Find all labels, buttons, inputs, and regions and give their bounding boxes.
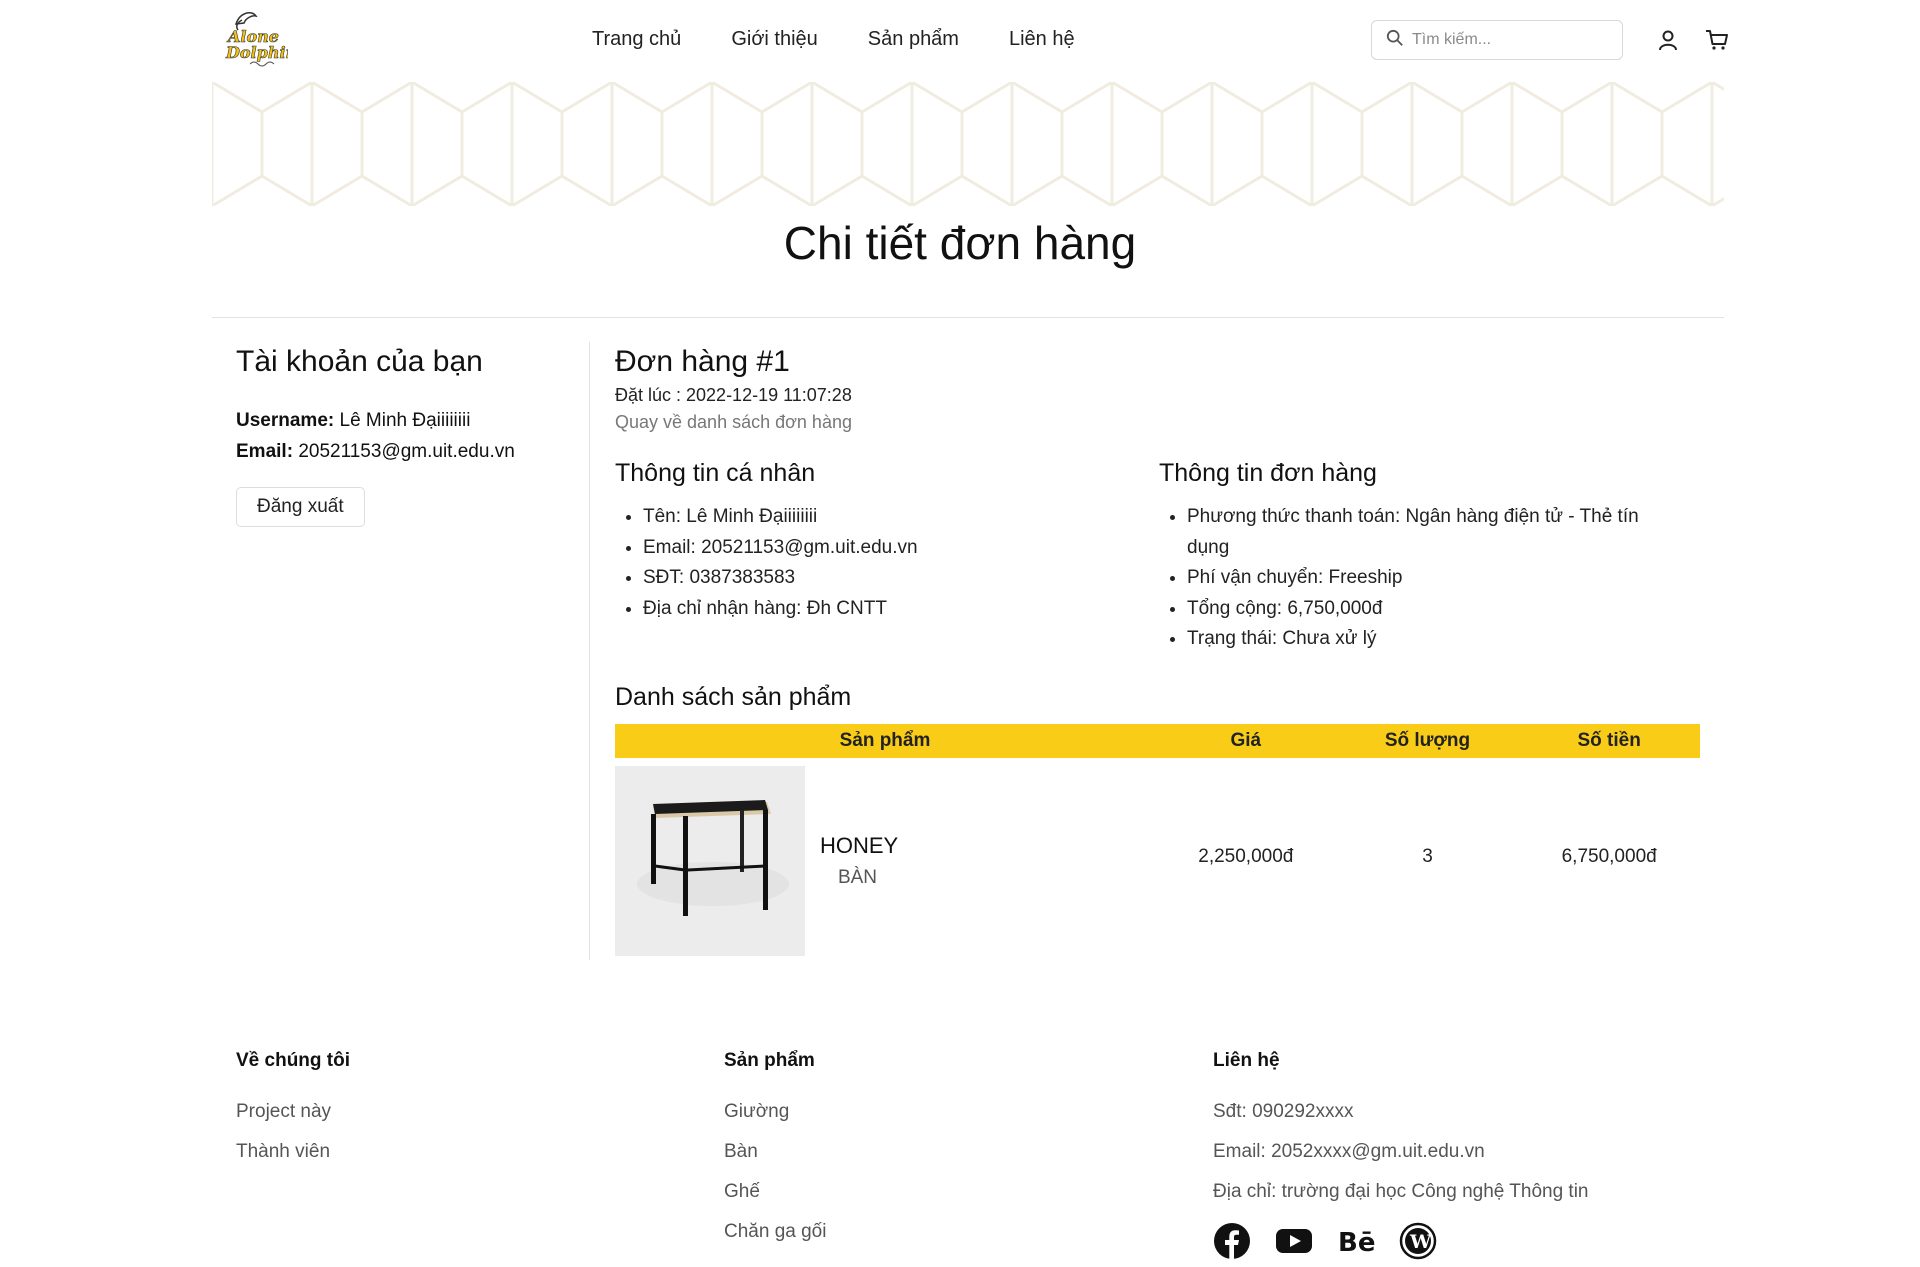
banner-pattern <box>212 82 1724 206</box>
search-icon <box>1386 29 1404 52</box>
col-amount: Số tiền <box>1577 730 1641 751</box>
col-qty: Số lượng <box>1384 730 1471 751</box>
sidebar-divider <box>589 342 590 960</box>
table-row: HONEY BÀN 2,250,000đ 3 6,750,000đ <box>615 758 1700 956</box>
email-value: 20521153@gm.uit.edu.vn <box>298 441 515 462</box>
product-image[interactable] <box>615 766 805 956</box>
search-box[interactable] <box>1371 20 1623 60</box>
order-info-title: Thông tin đơn hàng <box>1159 459 1377 487</box>
product-qty: 3 <box>1422 846 1433 867</box>
footer-contact-title: Liên hệ <box>1213 1050 1280 1071</box>
search-input[interactable] <box>1412 31 1612 49</box>
back-to-orders-link[interactable]: Quay về danh sách đơn hàng <box>615 412 852 433</box>
divider <box>212 317 1724 318</box>
table-header: Sản phẩm Giá Số lượng Số tiền <box>615 724 1700 758</box>
order-detail: Đơn hàng #1 Đặt lúc : 2022-12-19 11:07:2… <box>615 345 1700 956</box>
behance-icon[interactable]: Bē <box>1337 1222 1375 1260</box>
personal-address: Địa chỉ nhận hàng: Đh CNTT <box>643 594 1135 625</box>
logout-button[interactable]: Đăng xuất <box>236 487 365 527</box>
email-label: Email: <box>236 441 294 462</box>
col-price: Giá <box>1230 730 1262 751</box>
product-cell: HONEY BÀN <box>615 758 1155 956</box>
footer-link-project[interactable]: Project này <box>236 1092 350 1132</box>
logo[interactable]: Alone Dolphin <box>222 6 297 68</box>
product-name[interactable]: HONEY <box>820 833 898 859</box>
svg-text:Bē: Bē <box>1338 1228 1375 1258</box>
personal-phone: SĐT: 0387383583 <box>643 563 1135 594</box>
col-product: Sản phẩm <box>839 730 931 751</box>
footer-link-chairs[interactable]: Ghế <box>724 1172 826 1212</box>
svg-text:Dolphin: Dolphin <box>225 43 288 62</box>
username-label: Username: <box>236 410 335 431</box>
page: Alone Dolphin Trang chủ Giới thiệu Sản p… <box>0 0 1920 1267</box>
social-links: Bē W <box>1213 1222 1589 1260</box>
user-icon[interactable] <box>1656 28 1680 52</box>
svg-text:W: W <box>1409 1231 1432 1253</box>
order-total: Tổng cộng: 6,750,000đ <box>1187 594 1679 625</box>
product-price: 2,250,000đ <box>1198 846 1294 867</box>
personal-email: Email: 20521153@gm.uit.edu.vn <box>643 533 1135 564</box>
footer-about-title: Về chúng tôi <box>236 1050 350 1071</box>
footer-address: Địa chỉ: trường đại học Công nghệ Thông … <box>1213 1181 1589 1202</box>
nav-about[interactable]: Giới thiệu <box>731 28 817 51</box>
wordpress-icon[interactable]: W <box>1399 1222 1437 1260</box>
facebook-icon[interactable] <box>1213 1222 1251 1260</box>
personal-info: Thông tin cá nhân Tên: Lê Minh Đạiiiiiii… <box>615 459 1135 624</box>
order-title: Đơn hàng #1 <box>615 345 790 378</box>
username-value: Lê Minh Đạiiiiiiii <box>339 410 471 431</box>
sidebar-title: Tài khoản của bạn <box>236 345 483 378</box>
order-info: Thông tin đơn hàng Phương thức thanh toá… <box>1159 459 1679 655</box>
footer-contact: Liên hệ Sđt: 090292xxxx Email: 2052xxxx@… <box>1213 1050 1589 1260</box>
footer-about: Về chúng tôi Project này Thành viên <box>236 1050 350 1172</box>
payment-method: Phương thức thanh toán: Ngân hàng điện t… <box>1187 502 1679 563</box>
site-header: Alone Dolphin Trang chủ Giới thiệu Sản p… <box>212 0 1728 82</box>
personal-info-list: Tên: Lê Minh Đạiiiiiiii Email: 20521153@… <box>615 502 1135 624</box>
product-category: BÀN <box>837 867 878 888</box>
footer-phone: Sđt: 090292xxxx <box>1213 1101 1354 1122</box>
product-amount: 6,750,000đ <box>1561 846 1657 867</box>
footer-email: Email: 2052xxxx@gm.uit.edu.vn <box>1213 1141 1485 1162</box>
cart-icon[interactable] <box>1705 28 1729 52</box>
youtube-icon[interactable] <box>1275 1222 1313 1260</box>
nav-contact[interactable]: Liên hệ <box>1009 28 1075 51</box>
email-line: Email: 20521153@gm.uit.edu.vn <box>236 436 576 467</box>
footer-products: Sản phẩm Giường Bàn Ghế Chăn ga gối <box>724 1050 826 1252</box>
footer-link-tables[interactable]: Bàn <box>724 1132 826 1172</box>
personal-name: Tên: Lê Minh Đạiiiiiiii <box>643 502 1135 533</box>
nav-products[interactable]: Sản phẩm <box>868 28 959 51</box>
footer-link-beds[interactable]: Giường <box>724 1092 826 1132</box>
page-title: Chi tiết đơn hàng <box>783 217 1137 269</box>
footer-link-bedding[interactable]: Chăn ga gối <box>724 1212 826 1252</box>
nav-home[interactable]: Trang chủ <box>592 28 681 51</box>
shipping-fee: Phí vận chuyển: Freeship <box>1187 563 1679 594</box>
footer-products-title: Sản phẩm <box>724 1050 815 1071</box>
username-line: Username: Lê Minh Đạiiiiiiii <box>236 405 576 436</box>
account-sidebar: Tài khoản của bạn Username: Lê Minh Đạii… <box>236 345 576 527</box>
products-title: Danh sách sản phẩm <box>615 683 852 711</box>
info-columns: Thông tin cá nhân Tên: Lê Minh Đạiiiiiii… <box>615 459 1700 659</box>
product-info: HONEY BÀN <box>820 833 898 889</box>
products-table: Sản phẩm Giá Số lượng Số tiền HONEY BÀN … <box>615 724 1700 956</box>
main-nav: Trang chủ Giới thiệu Sản phẩm Liên hệ <box>592 28 1075 51</box>
footer-link-members[interactable]: Thành viên <box>236 1132 350 1172</box>
order-placed-at: Đặt lúc : 2022-12-19 11:07:28 <box>615 385 852 405</box>
order-info-list: Phương thức thanh toán: Ngân hàng điện t… <box>1159 502 1679 655</box>
personal-info-title: Thông tin cá nhân <box>615 459 816 487</box>
order-status: Trạng thái: Chưa xử lý <box>1187 624 1679 655</box>
